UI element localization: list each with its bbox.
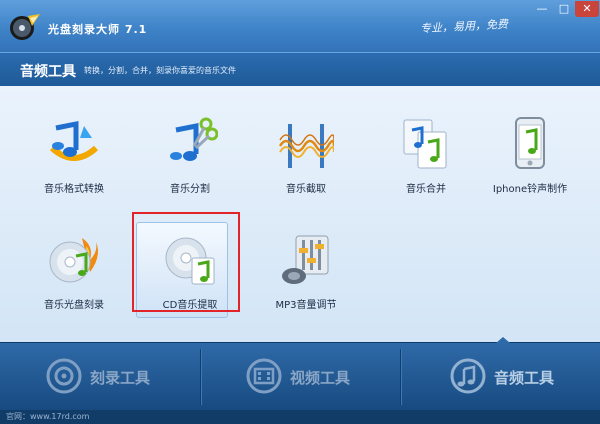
bottom-nav: 刻录工具 视频工具 音频工具 bbox=[0, 337, 600, 411]
music-split-icon bbox=[170, 117, 218, 161]
nav-divider bbox=[200, 349, 201, 405]
music-disc-burn-icon bbox=[49, 238, 98, 283]
tool-iphone-ringtone[interactable]: Iphone铃声制作 bbox=[480, 116, 580, 206]
tool-label: 音乐分割 bbox=[170, 184, 210, 195]
website-link[interactable]: 官网：www.17rd.com bbox=[6, 411, 89, 422]
section-description: 转换，分割，合并，刻录你喜爱的音乐文件 bbox=[84, 66, 236, 75]
title-bar[interactable]: 光盘刻录大师 7.1 专业，易用，免费 — □ ✕ bbox=[0, 0, 600, 52]
app-logo-icon bbox=[10, 14, 40, 40]
iphone-ringtone-icon bbox=[515, 117, 545, 169]
maximize-button[interactable]: □ bbox=[553, 1, 575, 17]
status-footer: 官网：www.17rd.com bbox=[0, 410, 600, 424]
nav-label: 音频工具 bbox=[494, 369, 555, 387]
nav-burn-tools[interactable]: 刻录工具 bbox=[46, 343, 186, 411]
tool-music-split[interactable]: 音乐分割 bbox=[140, 116, 240, 206]
tool-mp3-volume[interactable]: MP3音量调节 bbox=[256, 232, 356, 322]
music-convert-icon bbox=[49, 120, 99, 161]
tool-label: MP3音量调节 bbox=[275, 300, 337, 311]
nav-divider bbox=[400, 349, 401, 405]
tool-label: 音乐格式转换 bbox=[44, 184, 104, 195]
music-cut-icon bbox=[278, 124, 334, 168]
music-note-icon bbox=[450, 358, 486, 394]
annotation-highlight-box bbox=[132, 212, 240, 312]
tool-label: 音乐截取 bbox=[286, 184, 326, 195]
nav-video-tools[interactable]: 视频工具 bbox=[246, 343, 386, 411]
tool-music-convert[interactable]: 音乐格式转换 bbox=[24, 116, 124, 206]
music-merge-icon bbox=[403, 119, 447, 169]
tools-panel: 音乐格式转换 音乐分割 音乐截取 音乐合并 Iphone铃声制作 音乐光盘刻录 … bbox=[0, 86, 600, 342]
film-icon bbox=[246, 358, 282, 394]
tool-label: 音乐合并 bbox=[406, 184, 446, 195]
close-button[interactable]: ✕ bbox=[575, 1, 599, 17]
app-window: 光盘刻录大师 7.1 专业，易用，免费 — □ ✕ 音频工具 转换，分割，合并，… bbox=[0, 0, 600, 424]
tool-music-merge[interactable]: 音乐合并 bbox=[376, 116, 476, 206]
mp3-volume-icon bbox=[282, 235, 329, 284]
app-title: 光盘刻录大师 7.1 bbox=[48, 23, 148, 36]
disc-icon bbox=[46, 358, 82, 394]
tool-label: Iphone铃声制作 bbox=[492, 184, 568, 195]
tool-label: 音乐光盘刻录 bbox=[44, 300, 104, 311]
section-title: 音频工具 bbox=[20, 64, 76, 80]
tool-music-disc-burn[interactable]: 音乐光盘刻录 bbox=[24, 232, 124, 322]
nav-audio-tools[interactable]: 音频工具 bbox=[450, 343, 590, 411]
nav-label: 视频工具 bbox=[290, 369, 351, 387]
slogan: 专业，易用，免费 bbox=[419, 17, 509, 36]
section-header: 音频工具 转换，分割，合并，刻录你喜爱的音乐文件 bbox=[0, 52, 600, 86]
minimize-button[interactable]: — bbox=[531, 1, 553, 17]
nav-label: 刻录工具 bbox=[90, 369, 151, 387]
tool-music-cut[interactable]: 音乐截取 bbox=[256, 116, 356, 206]
